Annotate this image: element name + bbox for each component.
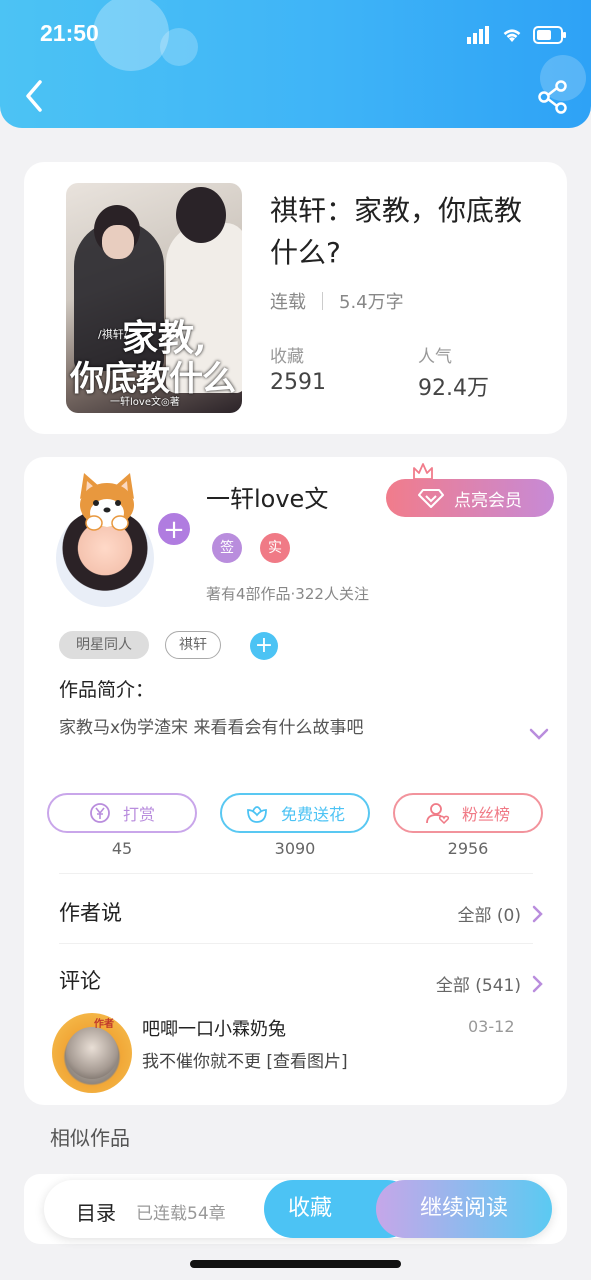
- header-bar: 21:50: [0, 0, 591, 128]
- status-time: 21:50: [40, 20, 99, 46]
- flower-icon: [247, 806, 267, 823]
- favorites-value: 2591: [270, 370, 326, 395]
- battery-icon: [533, 26, 566, 44]
- intro-label: 作品简介：: [59, 679, 155, 701]
- fan-ranking-button[interactable]: 粉丝榜: [393, 793, 543, 833]
- follow-author-button[interactable]: +: [156, 511, 192, 547]
- yuan-coin-icon: [90, 803, 110, 823]
- book-title: 祺轩：家教，你底教什么?: [270, 194, 523, 269]
- chevron-right-icon: [532, 975, 543, 992]
- crown-icon: [413, 463, 433, 480]
- reward-button[interactable]: 打赏: [47, 793, 197, 833]
- decorative-bubble: [160, 28, 198, 66]
- author-says-label: 作者说: [59, 901, 122, 925]
- chapter-count: 已连载54章: [136, 1204, 226, 1224]
- author-avatar-group[interactable]: +: [52, 471, 192, 611]
- similar-works-label: 相似作品: [50, 1126, 130, 1150]
- popularity-label: 人气: [418, 347, 452, 367]
- back-button[interactable]: [20, 78, 50, 114]
- comment-username[interactable]: 吧唧一口小霖奶兔: [142, 1015, 286, 1041]
- fan-count: 2956: [447, 839, 489, 858]
- reward-count: 45: [111, 839, 133, 858]
- home-indicator: [190, 1260, 401, 1268]
- comments-link[interactable]: 全部 (541): [436, 971, 543, 996]
- divider: [59, 943, 533, 944]
- fan-user-icon: [426, 803, 450, 824]
- vip-button-label: 点亮会员: [454, 490, 522, 511]
- author-detail-card: + 一轩love文 点亮会员 签 实 著有4部作品·322人关注 明星同人 祺轩…: [24, 457, 567, 1105]
- bottom-action-bar: 目录 已连载54章 收藏 继续阅读: [44, 1180, 552, 1238]
- flower-count: 3090: [274, 839, 316, 858]
- comments-label: 评论: [59, 969, 101, 993]
- book-meta: 连载 5.4万字: [270, 288, 404, 314]
- verified-badge: 实: [260, 533, 290, 563]
- toc-button[interactable]: 目录: [76, 1197, 116, 1226]
- avatar: [66, 1027, 118, 1079]
- author-name[interactable]: 一轩love文: [206, 479, 328, 514]
- chevron-down-icon[interactable]: [528, 727, 550, 741]
- send-flower-label: 免费送花: [280, 805, 345, 824]
- comment-avatar[interactable]: 作者: [52, 1013, 132, 1093]
- signal-icon: [467, 26, 489, 44]
- signed-badge: 签: [212, 533, 242, 563]
- decorative-bubble: [93, 0, 169, 71]
- comment-text[interactable]: 我不催你就不更 [查看图片]: [142, 1047, 348, 1072]
- word-count: 5.4万字: [339, 292, 404, 313]
- fan-ranking-label: 粉丝榜: [461, 805, 510, 824]
- status-icons: [467, 26, 567, 44]
- tag-keyword[interactable]: 祺轩: [165, 631, 221, 659]
- divider: [59, 873, 533, 874]
- meta-divider: [322, 292, 323, 310]
- vip-button[interactable]: 点亮会员: [386, 479, 554, 517]
- cover-figure: [102, 225, 134, 259]
- tag-category[interactable]: 明星同人: [59, 631, 149, 659]
- add-tag-button[interactable]: +: [250, 632, 278, 660]
- book-status: 连载: [270, 292, 306, 313]
- comment-date: 03-12: [468, 1017, 515, 1036]
- comments-link-label: 全部 (541): [435, 976, 521, 996]
- author-says-link[interactable]: 全部 (0): [458, 901, 543, 926]
- chevron-right-icon: [532, 905, 543, 922]
- diamond-icon: [418, 489, 444, 508]
- cover-figure: [176, 187, 226, 243]
- corgi-decoration-icon: [80, 473, 134, 531]
- share-button[interactable]: [536, 80, 570, 114]
- intro-text: 家教马x伪学渣宋 来看看会有什么故事吧: [59, 718, 364, 738]
- book-cover[interactable]: /祺轩/ 家教, 你底教什么 一轩love文◎著: [66, 183, 242, 413]
- cover-author: 一轩love文◎著: [110, 397, 180, 408]
- popularity-value: 92.4万: [418, 376, 489, 401]
- author-says-link-label: 全部 (0): [457, 906, 521, 926]
- book-info-card: /祺轩/ 家教, 你底教什么 一轩love文◎著 祺轩：家教，你底教什么? 连载…: [24, 162, 567, 434]
- continue-reading-button[interactable]: 继续阅读: [376, 1180, 552, 1238]
- wifi-icon: [503, 29, 521, 42]
- favorites-label: 收藏: [270, 347, 304, 367]
- reward-label: 打赏: [122, 805, 155, 824]
- author-stats: 著有4部作品·322人关注: [206, 585, 369, 603]
- author-badge: 作者: [94, 1019, 114, 1030]
- send-flower-button[interactable]: 免费送花: [220, 793, 370, 833]
